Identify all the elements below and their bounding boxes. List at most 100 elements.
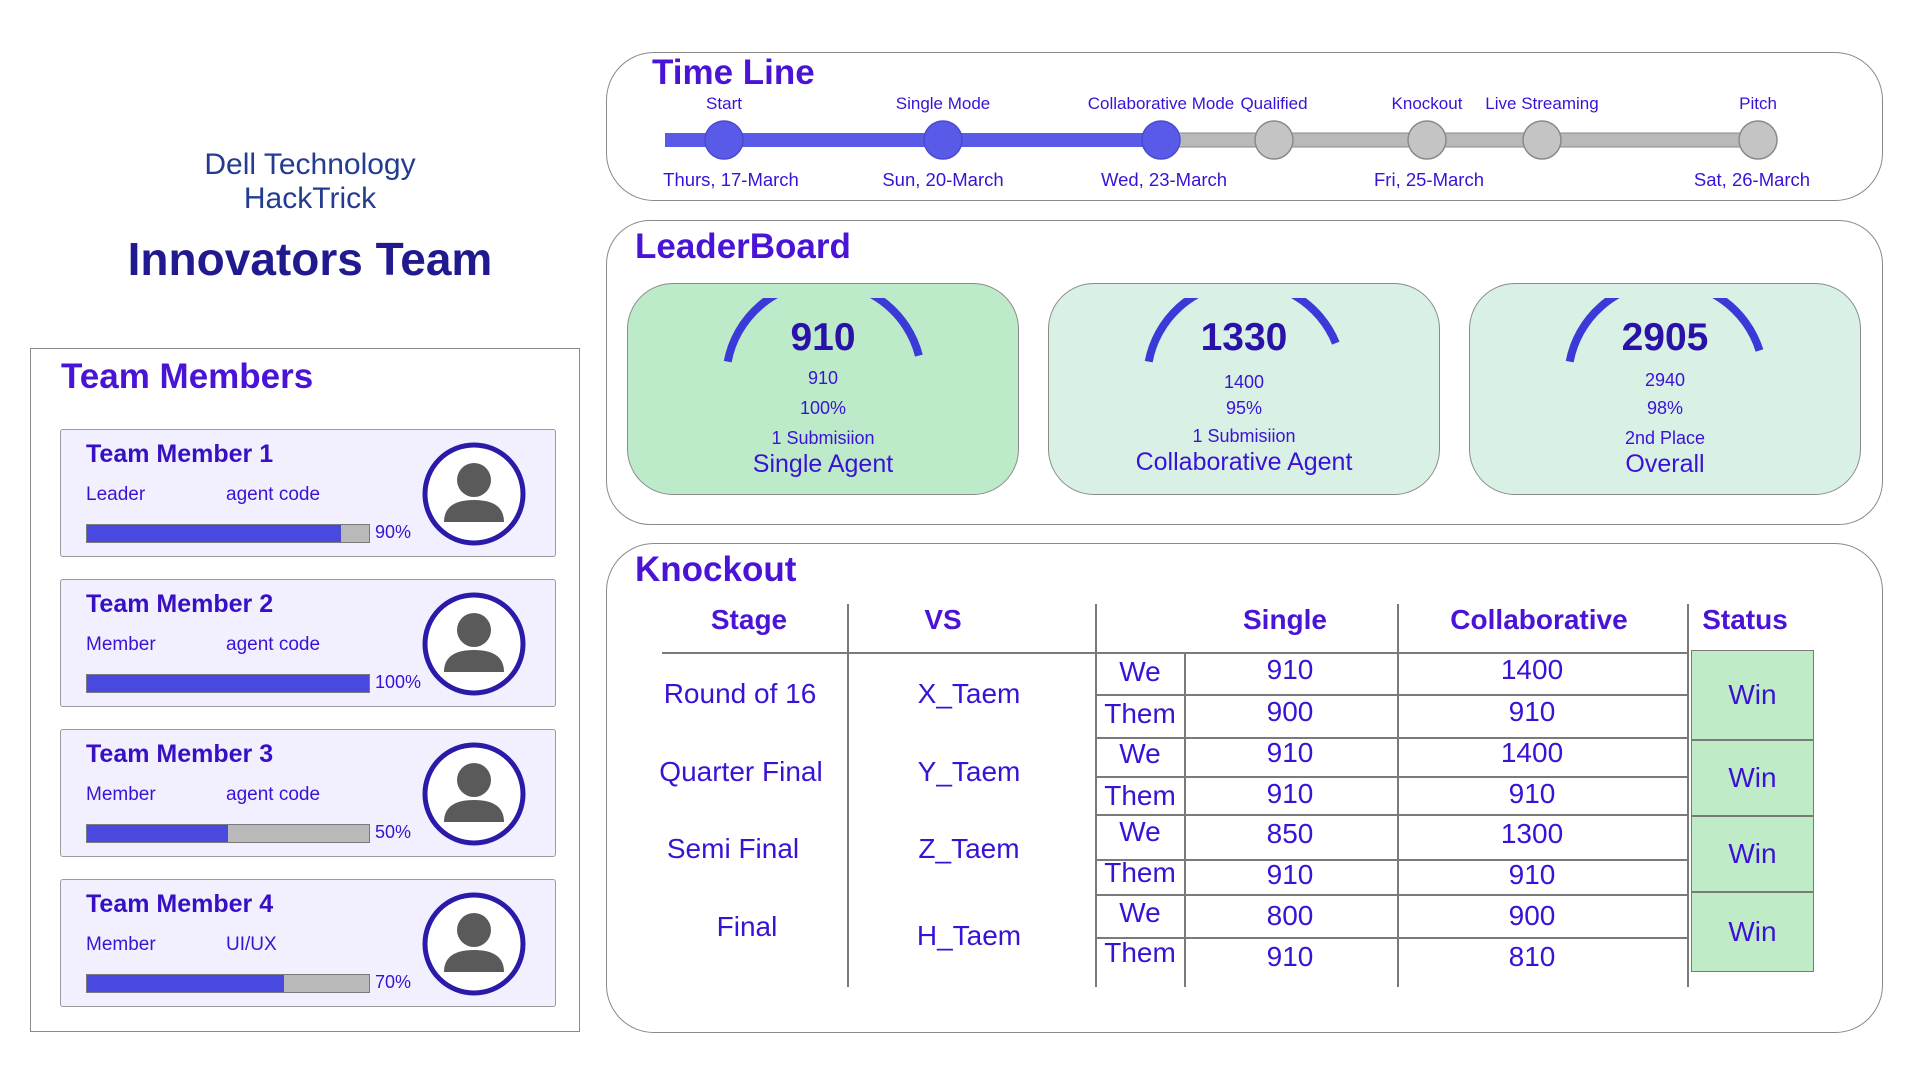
divider	[847, 604, 849, 987]
member-role: Member	[86, 634, 156, 655]
row-rule	[1095, 937, 1687, 939]
header-collaborative: Collaborative	[1450, 604, 1628, 635]
team-members-title: Team Members	[61, 357, 314, 396]
member-skill: UI/UX	[226, 934, 277, 955]
avatar-icon	[422, 592, 526, 696]
member-name: Team Member 1	[86, 440, 274, 468]
score-card-collaborative[interactable]: 1330 1400 95% 1 Submisiion Collaborative…	[1048, 283, 1440, 495]
leaderboard-panel: LeaderBoard 910 910 100% 1 Submisiion Si…	[606, 220, 1883, 525]
row-rule	[1095, 737, 1687, 739]
timeline-node	[1738, 120, 1778, 160]
member-progress-fill	[87, 975, 285, 992]
stage-cell: Semi Final	[666, 833, 800, 864]
them-label: Them	[1104, 937, 1176, 968]
leaderboard-title: LeaderBoard	[635, 227, 851, 266]
member-progress-fill	[87, 825, 228, 842]
member-role: Leader	[86, 484, 146, 505]
score-value: 2905	[1621, 316, 1709, 359]
member-progress-label: 90%	[375, 522, 412, 542]
vs-cell: Z_Taem	[918, 833, 1020, 864]
member-skill: agent code	[226, 784, 321, 805]
stage-cell: Final	[716, 911, 778, 942]
score-note: 1 Submisiion	[771, 428, 875, 448]
member-progress-bar	[86, 824, 370, 843]
team-members-panel: Team Members Team Member 1 Leader agent …	[30, 348, 580, 1032]
member-role: Member	[86, 784, 156, 805]
knockout-panel: Knockout Stage VS Single Collaborative S…	[606, 543, 1883, 1033]
vs-cell: X_Taem	[917, 678, 1021, 709]
timeline-node	[1407, 120, 1447, 160]
timeline-node	[704, 120, 744, 160]
member-skill: agent code	[226, 634, 321, 655]
timeline-panel: Time Line Start Single Mode Collaborative …	[606, 52, 1883, 201]
score-note: 2nd Place	[1624, 428, 1706, 448]
timeline-date-label: Sun, 20-March	[882, 169, 1004, 190]
we-label: We	[1119, 816, 1161, 847]
row-rule	[1095, 894, 1687, 896]
stage-cell: Quarter Final	[659, 756, 823, 787]
them-collab-cell: 910	[1508, 696, 1556, 727]
them-single-cell: 910	[1266, 778, 1314, 809]
member-role: Member	[86, 934, 156, 955]
row-rule	[1095, 776, 1687, 778]
score-card-single[interactable]: 910 910 100% 1 Submisiion Single Agent	[627, 283, 1019, 495]
member-name: Team Member 4	[86, 890, 274, 918]
we-collab-cell: 1400	[1500, 654, 1564, 685]
divider	[1397, 604, 1399, 987]
member-progress-fill	[87, 525, 341, 542]
score-card-overall[interactable]: 2905 2940 98% 2nd Place Overall	[1469, 283, 1861, 495]
score-caption: Collaborative Agent	[1135, 448, 1353, 476]
timeline-pending-track	[1160, 132, 1756, 148]
score-value: 1330	[1200, 316, 1288, 359]
divider	[1687, 604, 1689, 987]
brand-block: Dell Technology HackTrick Innovators Tea…	[80, 148, 540, 286]
status-badge: Win	[1691, 650, 1814, 740]
vs-cell: H_Taem	[916, 920, 1022, 951]
member-card[interactable]: Team Member 2 Member agent code 100%	[60, 579, 556, 707]
timeline-node	[1254, 120, 1294, 160]
member-card[interactable]: Team Member 1 Leader agent code 90%	[60, 429, 556, 557]
member-progress-bar	[86, 974, 370, 993]
score-value: 910	[790, 316, 856, 359]
them-label: Them	[1104, 857, 1176, 888]
we-single-cell: 910	[1266, 737, 1314, 768]
them-single-cell: 910	[1266, 859, 1314, 890]
member-name: Team Member 3	[86, 740, 274, 768]
timeline-node	[1522, 120, 1562, 160]
score-caption: Single Agent	[752, 450, 894, 478]
member-name: Team Member 2	[86, 590, 274, 618]
timeline-date-label: Wed, 23-March	[1100, 169, 1228, 190]
header-stage: Stage	[710, 604, 788, 635]
status-badge: Win	[1691, 816, 1814, 892]
we-label: We	[1119, 897, 1161, 928]
avatar-icon	[422, 442, 526, 546]
member-skill: agent code	[226, 484, 321, 505]
member-progress-bar	[86, 674, 370, 693]
timeline-date-label: Fri, 25-March	[1374, 169, 1484, 190]
timeline-date-label: Thurs, 17-March	[663, 169, 799, 190]
score-note: 1 Submisiion	[1192, 426, 1296, 446]
score-detail: 1400	[1223, 372, 1265, 392]
member-card[interactable]: Team Member 3 Member agent code 50%	[60, 729, 556, 857]
we-collab-cell: 1400	[1500, 737, 1564, 768]
them-label: Them	[1104, 780, 1176, 811]
we-single-cell: 800	[1266, 900, 1314, 931]
timeline-milestone-label: Knockout	[1391, 94, 1463, 113]
score-caption: Overall	[1625, 450, 1705, 478]
header-single: Single	[1242, 604, 1328, 635]
avatar-icon	[422, 742, 526, 846]
we-single-cell: 850	[1266, 818, 1314, 849]
member-progress-fill	[87, 675, 369, 692]
timeline-milestone-label: Pitch	[1739, 94, 1777, 113]
score-detail: 910	[807, 368, 839, 388]
them-collab-cell: 810	[1508, 941, 1556, 972]
score-percent: 100%	[799, 398, 847, 418]
score-percent: 95%	[1225, 398, 1263, 418]
them-collab-cell: 910	[1508, 778, 1556, 809]
we-collab-cell: 1300	[1500, 818, 1564, 849]
score-percent: 98%	[1646, 398, 1684, 418]
member-card[interactable]: Team Member 4 Member UI/UX 70%	[60, 879, 556, 1007]
member-progress-label: 50%	[375, 822, 412, 842]
timeline-milestone-label: Qualified	[1240, 94, 1308, 113]
knockout-title: Knockout	[635, 550, 797, 589]
